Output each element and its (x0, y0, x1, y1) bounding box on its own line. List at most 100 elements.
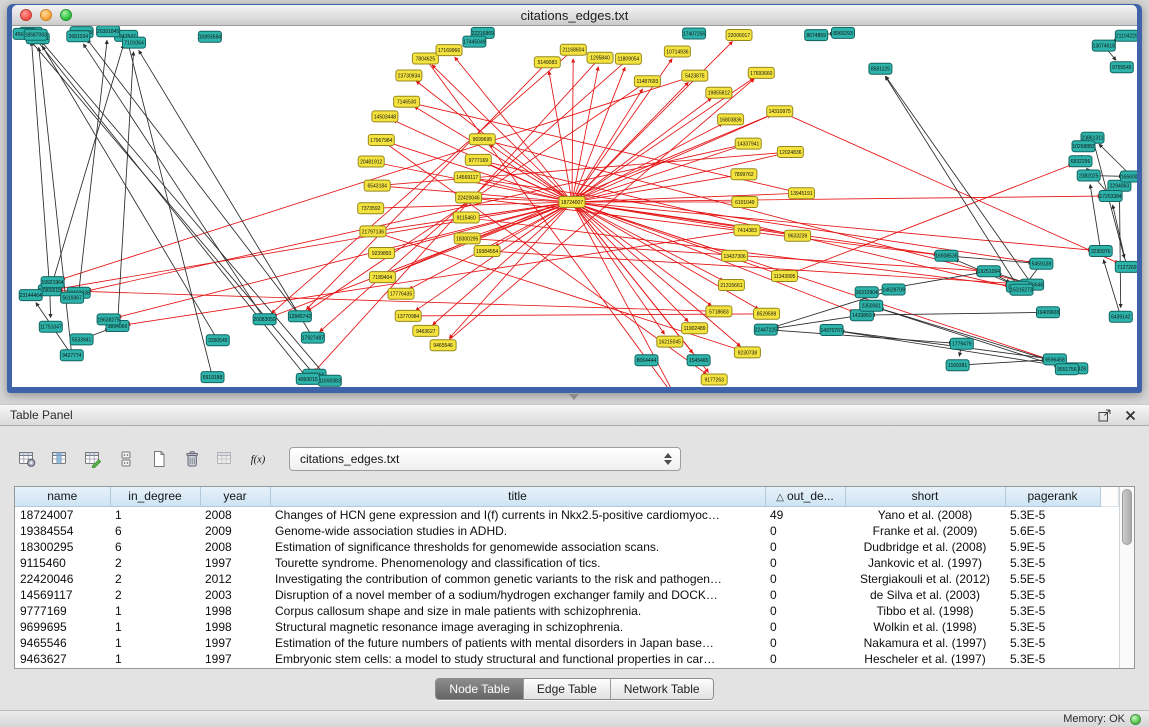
tab-node-table[interactable]: Node Table (436, 679, 523, 699)
graph-node[interactable]: 8529598 (754, 308, 780, 319)
graph-edge[interactable] (118, 52, 134, 326)
graph-node[interactable]: 19638275 (97, 314, 120, 325)
graph-node[interactable]: 17169966 (436, 45, 462, 56)
graph-edge[interactable] (958, 360, 1046, 365)
column-header-short[interactable]: short (845, 487, 1005, 506)
float-panel-icon[interactable] (1095, 407, 1113, 423)
graph-edge[interactable] (572, 202, 693, 353)
graph-node[interactable]: 5459138 (1030, 258, 1053, 269)
graph-edge[interactable] (780, 111, 1119, 263)
graph-node[interactable]: 17445049 (463, 36, 486, 47)
graph-node[interactable]: 9115460 (453, 212, 479, 223)
graph-node[interactable]: 13437306 (722, 250, 748, 261)
graph-node[interactable]: 18587093 (24, 29, 47, 40)
graph-node[interactable]: 21168604 (560, 44, 586, 55)
graph-node[interactable]: 17407256 (683, 28, 706, 39)
graph-node[interactable]: 14569117 (454, 172, 480, 183)
graph-node[interactable]: 16803836 (718, 114, 744, 125)
network-view[interactable]: 1938455418300295911546022420046145691179… (12, 26, 1137, 387)
graph-node[interactable]: 14628709 (882, 284, 905, 295)
graph-node[interactable]: 9633239 (785, 230, 811, 241)
table-selector-combo[interactable]: citations_edges.txt (289, 447, 681, 471)
graph-node[interactable]: 8674859 (805, 30, 828, 41)
graph-node[interactable]: 9551756 (1055, 364, 1078, 375)
table-row[interactable]: 977716911998Corpus callosum shape and si… (15, 603, 1119, 619)
table-row[interactable]: 1830029562008Estimation of significance … (15, 539, 1119, 555)
graph-node[interactable]: 9239893 (369, 248, 395, 259)
graph-node[interactable]: 17927487 (301, 332, 324, 343)
graph-node[interactable]: 7899762 (731, 169, 757, 180)
graph-node[interactable]: 16938535 (935, 250, 958, 261)
show-columns-icon[interactable] (47, 446, 73, 472)
graph-node[interactable]: 5533941 (70, 334, 93, 345)
graph-node[interactable]: 19921964 (41, 277, 64, 288)
column-header-title[interactable]: title (270, 487, 765, 506)
graph-node[interactable]: 22006017 (726, 30, 752, 41)
graph-node[interactable]: 20083050 (253, 314, 276, 325)
graph-node[interactable]: 11487693 (634, 76, 660, 87)
graph-node[interactable]: 7804625 (412, 53, 438, 64)
graph-edge[interactable] (766, 330, 953, 344)
graph-edge[interactable] (139, 50, 313, 337)
function-builder-icon[interactable]: f(x) (245, 446, 271, 472)
graph-node[interactable]: 1545465 (687, 355, 710, 366)
graph-node[interactable]: 22420046 (456, 192, 482, 203)
graph-node[interactable]: 17776435 (388, 288, 414, 299)
graph-node[interactable]: 19384554 (474, 246, 500, 257)
table-row[interactable]: 946554611997Estimation of the future num… (15, 635, 1119, 651)
graph-node[interactable]: 7373592 (358, 203, 384, 214)
graph-node[interactable]: 1169381 (946, 360, 969, 371)
graph-node[interactable]: 6101049 (732, 197, 758, 208)
graph-node[interactable]: 7189404 (369, 272, 395, 283)
graph-node[interactable]: 19855812 (706, 87, 732, 98)
graph-node[interactable]: 11809054 (615, 53, 641, 64)
graph-edge[interactable] (126, 230, 747, 324)
graph-node[interactable]: 11343995 (772, 271, 798, 282)
graph-node[interactable]: 15315273 (1010, 284, 1033, 295)
graph-node[interactable]: 23730934 (396, 70, 422, 81)
graph-node[interactable]: 8581125 (869, 63, 892, 74)
table-scrollbar[interactable] (1119, 487, 1134, 668)
minimize-window-button[interactable] (40, 9, 52, 21)
column-header-in_degree[interactable]: in_degree (110, 487, 200, 506)
graph-node[interactable]: 9427774 (60, 350, 83, 361)
graph-node[interactable]: 11902489 (682, 323, 708, 334)
graph-edge[interactable] (83, 44, 264, 320)
graph-edge[interactable] (785, 165, 1073, 277)
graph-node[interactable]: 6832296 (1069, 156, 1092, 167)
graph-node[interactable]: 12024836 (777, 147, 803, 158)
table-mode-icon[interactable] (14, 446, 40, 472)
graph-node[interactable]: 1779479 (950, 338, 973, 349)
graph-node[interactable]: 9463627 (413, 325, 439, 336)
graph-node[interactable]: 3230976 (1089, 246, 1112, 257)
graph-node[interactable]: 2382025 (1077, 170, 1100, 181)
graph-node[interactable]: 23144464 (19, 290, 42, 301)
graph-node[interactable]: 3350545 (206, 335, 229, 346)
graph-node[interactable]: 9465546 (430, 340, 456, 351)
rows-icon[interactable] (113, 446, 139, 472)
network-canvas[interactable]: 1938455418300295911546022420046145691179… (12, 26, 1137, 387)
graph-edge[interactable] (572, 146, 740, 202)
graph-node[interactable]: 10268882 (1072, 141, 1095, 152)
graph-edge[interactable] (79, 40, 107, 293)
graph-node[interactable]: 9699695 (469, 134, 495, 145)
graph-node[interactable]: 17967984 (368, 135, 394, 146)
graph-node[interactable]: 2350061 (860, 300, 883, 311)
graph-node[interactable]: 7101064 (123, 37, 146, 48)
graph-node[interactable]: 5718683 (706, 306, 732, 317)
graph-node[interactable]: 18724007 (559, 197, 585, 208)
close-window-button[interactable] (20, 9, 32, 21)
table-row[interactable]: 2242004622012Investigating the contribut… (15, 571, 1119, 587)
splitter-collapse-icon[interactable] (569, 394, 579, 400)
graph-edge[interactable] (88, 144, 749, 291)
graph-edge[interactable] (37, 40, 308, 379)
delete-icon[interactable] (179, 446, 205, 472)
graph-node[interactable]: 2681034 (67, 31, 90, 42)
graph-node[interactable]: 9230738 (734, 347, 760, 358)
tab-network-table[interactable]: Network Table (610, 679, 713, 699)
graph-edge[interactable] (572, 202, 854, 312)
graph-node[interactable]: 16310904 (855, 287, 878, 298)
edit-table-icon[interactable] (80, 446, 106, 472)
graph-node[interactable]: 17693660 (748, 67, 774, 78)
graph-node[interactable]: 5919188 (201, 372, 224, 383)
